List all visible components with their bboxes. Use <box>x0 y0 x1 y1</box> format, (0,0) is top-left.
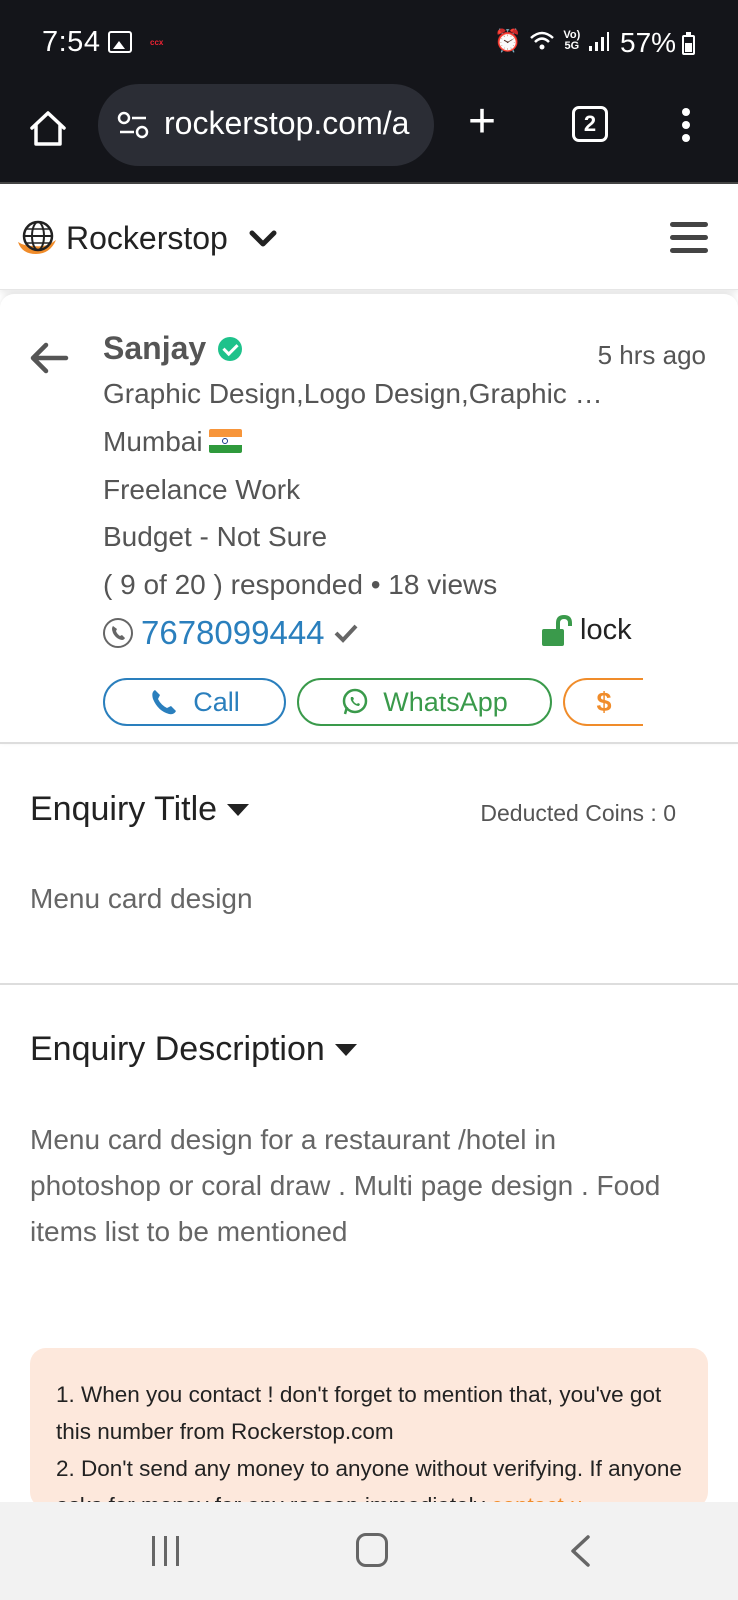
unlock-icon <box>542 614 572 646</box>
lock-toggle[interactable]: lock <box>540 614 632 647</box>
chevron-down-icon[interactable] <box>248 226 278 252</box>
system-navigation-bar <box>0 1502 738 1600</box>
client-name: Sanjay <box>103 330 207 366</box>
system-icons: ⏰ Vo) 5G <box>494 28 610 54</box>
location: Mumbai <box>103 426 203 457</box>
notice-line-1: 1. When you contact ! don't forget to me… <box>56 1382 662 1444</box>
alarm-icon: ⏰ <box>494 28 522 53</box>
client-name-row: Sanjay <box>103 330 243 367</box>
hamburger-menu-icon[interactable] <box>670 222 708 254</box>
signal-icon <box>589 32 610 51</box>
phone-icon <box>152 690 177 715</box>
image-notification-icon <box>108 31 132 53</box>
section-divider <box>0 983 738 985</box>
notice-line-2: 2. Don't send any money to anyone withou… <box>56 1450 682 1508</box>
back-arrow-icon[interactable] <box>28 340 70 376</box>
home-button-icon[interactable] <box>356 1533 388 1567</box>
caret-down-icon <box>227 803 250 816</box>
enquiry-card: Sanjay 5 hrs ago Graphic Design,Logo Des… <box>0 294 738 744</box>
verified-badge-icon <box>218 336 243 361</box>
site-settings-icon[interactable] <box>116 110 150 140</box>
safety-notice: 1. When you contact ! don't forget to me… <box>30 1348 708 1508</box>
notice-line-2-text: 2. Don't send any money to anyone withou… <box>56 1456 682 1508</box>
budget: Budget - Not Sure <box>103 521 328 552</box>
address-bar[interactable]: rockerstop.com/a <box>98 84 434 166</box>
location-row: Mumbai <box>103 426 242 458</box>
whatsapp-label: WhatsApp <box>383 686 508 717</box>
enquiry-description-label: Enquiry Description <box>30 1030 325 1068</box>
deducted-coins: Deducted Coins : 0 <box>480 800 676 826</box>
india-flag-icon <box>208 429 242 453</box>
more-options-icon[interactable] <box>682 108 692 144</box>
call-button[interactable]: Call <box>103 678 286 726</box>
url-text[interactable]: rockerstop.com/a <box>164 105 426 142</box>
clock: 7:54 <box>42 26 101 58</box>
browser-toolbar: rockerstop.com/a + 2 <box>0 84 738 184</box>
pay-button[interactable]: $ <box>563 678 643 726</box>
checkmark-icon <box>334 624 357 643</box>
back-nav-icon[interactable] <box>568 1534 592 1568</box>
wifi-icon <box>530 31 555 50</box>
rockerstop-logo-icon[interactable] <box>16 218 58 258</box>
new-tab-button[interactable]: + <box>468 98 496 146</box>
call-label: Call <box>193 686 240 717</box>
enquiry-description-text: Menu card design for a restaurant /hotel… <box>30 1124 661 1247</box>
enquiry-title-heading[interactable]: Enquiry Title <box>30 790 250 829</box>
tab-switcher-button[interactable]: 2 <box>572 106 608 142</box>
home-icon[interactable] <box>26 106 70 150</box>
status-bar: 7:54 ccx ⏰ Vo) 5G 57% <box>0 0 738 84</box>
lock-label: lock <box>580 614 632 646</box>
whatsapp-button[interactable]: WhatsApp <box>297 678 552 726</box>
site-header: Rockerstop <box>0 186 738 290</box>
phone-number[interactable]: 7678099444 <box>141 614 325 652</box>
recents-icon[interactable] <box>150 1536 182 1566</box>
phone-circle-icon <box>103 618 133 648</box>
caret-down-icon <box>334 1043 357 1056</box>
work-type: Freelance Work <box>103 474 301 505</box>
battery-percent: 57% <box>620 27 677 58</box>
volte-5g-icon: Vo) 5G <box>563 29 581 52</box>
posted-time: 5 hrs ago <box>597 340 706 370</box>
categories: Graphic Design,Logo Design,Graphic … <box>103 378 603 409</box>
enquiry-title-label: Enquiry Title <box>30 790 218 828</box>
brand-name[interactable]: Rockerstop <box>66 220 228 257</box>
battery-icon <box>682 32 695 55</box>
enquiry-description-heading[interactable]: Enquiry Description <box>30 1030 357 1069</box>
dollar-icon: $ <box>596 686 612 717</box>
phone-row: 7678099444 <box>103 614 359 652</box>
whatsapp-icon <box>342 688 368 715</box>
enquiry-title-text: Menu card design <box>30 883 253 914</box>
app-notification-text: ccx <box>150 38 164 47</box>
response-stats: ( 9 of 20 ) responded • 18 views <box>103 569 498 600</box>
